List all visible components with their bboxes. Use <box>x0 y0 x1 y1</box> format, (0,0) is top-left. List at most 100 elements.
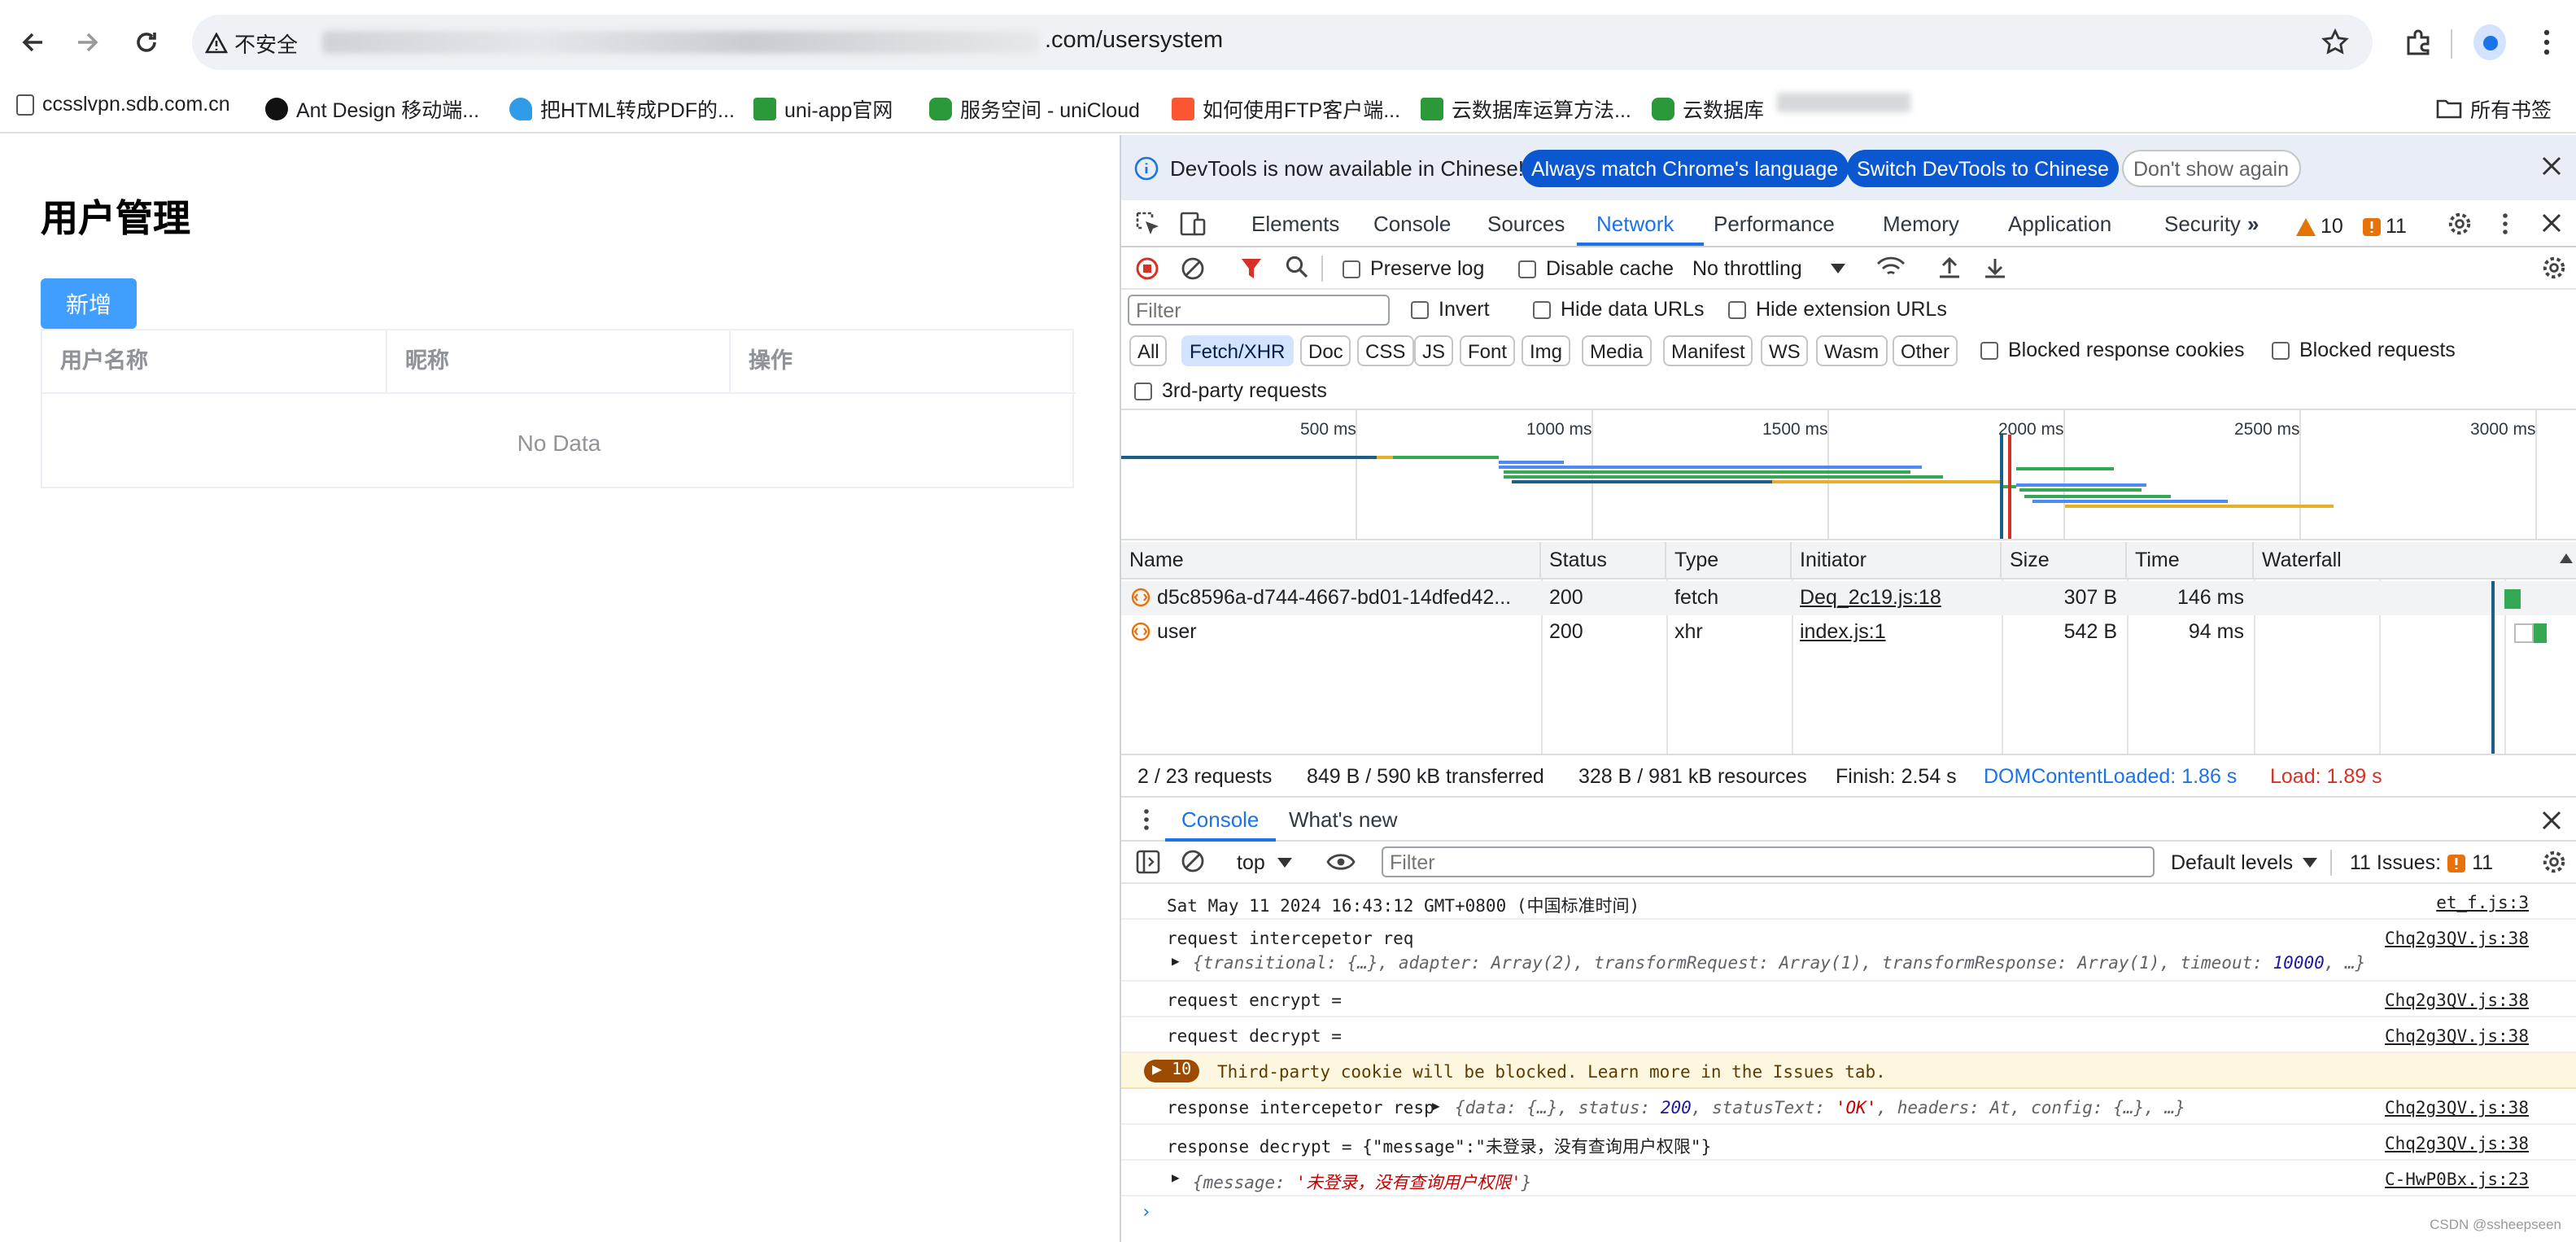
network-filter-input[interactable] <box>1128 295 1390 326</box>
sidebar-toggle-icon[interactable] <box>1136 850 1160 874</box>
source-link[interactable]: C-HwP0Bx.js:23 <box>2385 1170 2529 1190</box>
match-language-button[interactable]: Always match Chrome's language <box>1522 150 1849 187</box>
context-select[interactable]: top <box>1237 851 1293 874</box>
switch-chinese-button[interactable]: Switch DevTools to Chinese <box>1847 150 2119 187</box>
bookmark-item[interactable]: 把HTML转成PDF的... <box>509 93 735 124</box>
clear-icon[interactable] <box>1181 257 1204 280</box>
bookmark-item[interactable]: 如何使用FTP客户端... <box>1172 93 1400 124</box>
inspect-element-icon[interactable] <box>1136 212 1160 236</box>
expand-arrow-icon[interactable]: ▶ <box>1172 954 1180 969</box>
tab-performance[interactable]: Performance <box>1714 212 1835 236</box>
export-har-icon[interactable] <box>1984 256 2006 280</box>
bookmark-item[interactable]: uni-app官网 <box>753 93 893 124</box>
more-tabs-icon[interactable]: » <box>2247 212 2259 236</box>
bookmark-item[interactable]: ccsslvpn.sdb.com.cn <box>16 93 230 116</box>
close-icon[interactable] <box>2542 156 2561 176</box>
address-bar[interactable]: 不安全 .com/usersystem <box>192 15 2373 70</box>
bookmark-item[interactable]: Ant Design 移动端... <box>265 93 479 124</box>
request-initiator[interactable]: Deq_2c19.js:18 <box>1792 581 2002 615</box>
type-filter-media[interactable]: Media <box>1582 335 1652 366</box>
preserve-log-checkbox[interactable]: Preserve log <box>1343 257 1484 280</box>
issues-counter[interactable]: 11 <box>2363 215 2407 238</box>
clear-console-icon[interactable] <box>1181 850 1204 872</box>
tab-application[interactable]: Application <box>2008 212 2111 236</box>
column-header-initiator[interactable]: Initiator <box>1792 542 2002 579</box>
live-expression-eye-icon[interactable] <box>1326 851 1356 872</box>
console-warning-group[interactable]: ▶ 10 Third-party cookie will be blocked.… <box>1121 1053 2576 1089</box>
close-devtools-icon[interactable] <box>2542 213 2561 233</box>
drawer-menu-icon[interactable] <box>1142 807 1150 832</box>
console-settings-icon[interactable] <box>2542 850 2566 874</box>
column-header-name[interactable]: Name <box>1121 542 1541 579</box>
source-link[interactable]: Chq2g3QV.js:38 <box>2385 1099 2529 1118</box>
network-conditions-icon[interactable] <box>1876 256 1906 278</box>
column-header-waterfall[interactable]: Waterfall <box>2254 542 2576 579</box>
type-filter-img[interactable]: Img <box>1522 335 1571 366</box>
type-filter-fetch-xhr[interactable]: Fetch/XHR <box>1181 335 1294 366</box>
network-settings-icon[interactable] <box>2542 256 2566 280</box>
blocked-cookies-checkbox[interactable]: Blocked response cookies <box>1980 339 2244 361</box>
console-prompt-icon[interactable]: › <box>1141 1201 1151 1222</box>
column-header-type[interactable]: Type <box>1666 542 1792 579</box>
source-link[interactable]: et_f.js:3 <box>2436 894 2529 913</box>
dont-show-again-button[interactable]: Don't show again <box>2122 150 2301 187</box>
bookmark-star-icon[interactable] <box>2321 28 2350 57</box>
throttling-select[interactable]: No throttling <box>1692 257 1846 280</box>
tab-network[interactable]: Network <box>1596 212 1674 236</box>
browser-menu-icon[interactable] <box>2530 26 2563 59</box>
drawer-tab-console[interactable]: Console <box>1181 807 1259 832</box>
source-link[interactable]: Chq2g3QV.js:38 <box>2385 991 2529 1011</box>
table-row[interactable]: user 200 xhr index.js:1 542 B 94 ms <box>1121 615 2576 649</box>
source-link[interactable]: Chq2g3QV.js:38 <box>2385 1135 2529 1154</box>
type-filter-wasm[interactable]: Wasm <box>1816 335 1888 366</box>
source-link[interactable]: Chq2g3QV.js:38 <box>2385 1027 2529 1047</box>
column-header-size[interactable]: Size <box>2002 542 2127 579</box>
type-filter-ws[interactable]: WS <box>1761 335 1809 366</box>
tab-console[interactable]: Console <box>1373 212 1451 236</box>
search-icon[interactable] <box>1286 256 1308 278</box>
type-filter-doc[interactable]: Doc <box>1300 335 1351 366</box>
network-overview[interactable]: 500 ms 1000 ms 1500 ms 2000 ms 2500 ms 3… <box>1121 410 2576 540</box>
invert-checkbox[interactable]: Invert <box>1411 298 1490 321</box>
type-filter-js[interactable]: JS <box>1414 335 1454 366</box>
hide-data-urls-checkbox[interactable]: Hide data URLs <box>1533 298 1705 321</box>
devtools-menu-icon[interactable] <box>2501 212 2509 236</box>
security-indicator[interactable]: 不安全 <box>205 28 298 59</box>
type-filter-css[interactable]: CSS <box>1357 335 1414 366</box>
bookmark-item[interactable]: 云数据库运算方法... <box>1421 93 1631 124</box>
console-issues-button[interactable]: 11 Issues: 11 <box>2350 851 2493 874</box>
column-header-time[interactable]: Time <box>2127 542 2254 579</box>
import-har-icon[interactable] <box>1938 256 1961 280</box>
tab-memory[interactable]: Memory <box>1883 212 1959 236</box>
expand-arrow-icon[interactable]: ▶ <box>1172 1170 1180 1185</box>
warnings-counter[interactable]: 10 <box>2296 215 2343 238</box>
close-drawer-icon[interactable] <box>2542 811 2561 830</box>
add-button[interactable]: 新增 <box>41 278 137 329</box>
device-toolbar-icon[interactable] <box>1180 212 1206 236</box>
bookmark-item[interactable]: 服务空间 - uniCloud <box>929 93 1140 124</box>
back-icon[interactable] <box>16 26 49 59</box>
column-header-status[interactable]: Status <box>1541 542 1666 579</box>
tab-sources[interactable]: Sources <box>1487 212 1565 236</box>
profile-avatar-icon[interactable] <box>2473 24 2506 60</box>
expand-arrow-icon[interactable]: ▶ <box>1432 1099 1440 1113</box>
type-filter-font[interactable]: Font <box>1460 335 1516 366</box>
record-stop-icon[interactable] <box>1136 257 1159 280</box>
disable-cache-checkbox[interactable]: Disable cache <box>1518 257 1674 280</box>
type-filter-all[interactable]: All <box>1129 335 1168 366</box>
forward-icon[interactable] <box>72 26 104 59</box>
third-party-checkbox[interactable]: 3rd-party requests <box>1134 379 1327 402</box>
all-bookmarks[interactable]: 所有书签 <box>2436 93 2552 124</box>
filter-icon[interactable] <box>1240 257 1263 280</box>
table-row[interactable]: d5c8596a-d744-4667-bd01-14dfed42... 200 … <box>1121 581 2576 615</box>
tab-elements[interactable]: Elements <box>1251 212 1339 236</box>
source-link[interactable]: Chq2g3QV.js:38 <box>2385 929 2529 949</box>
console-filter-input[interactable] <box>1382 846 2155 877</box>
hide-extension-urls-checkbox[interactable]: Hide extension URLs <box>1728 298 1947 321</box>
blocked-requests-checkbox[interactable]: Blocked requests <box>2272 339 2456 361</box>
settings-icon[interactable] <box>2447 212 2472 236</box>
extensions-icon[interactable] <box>2402 26 2434 59</box>
log-levels-select[interactable]: Default levels <box>2171 851 2318 874</box>
type-filter-other[interactable]: Other <box>1893 335 1958 366</box>
bookmark-item[interactable]: 云数据库 <box>1652 93 1764 124</box>
